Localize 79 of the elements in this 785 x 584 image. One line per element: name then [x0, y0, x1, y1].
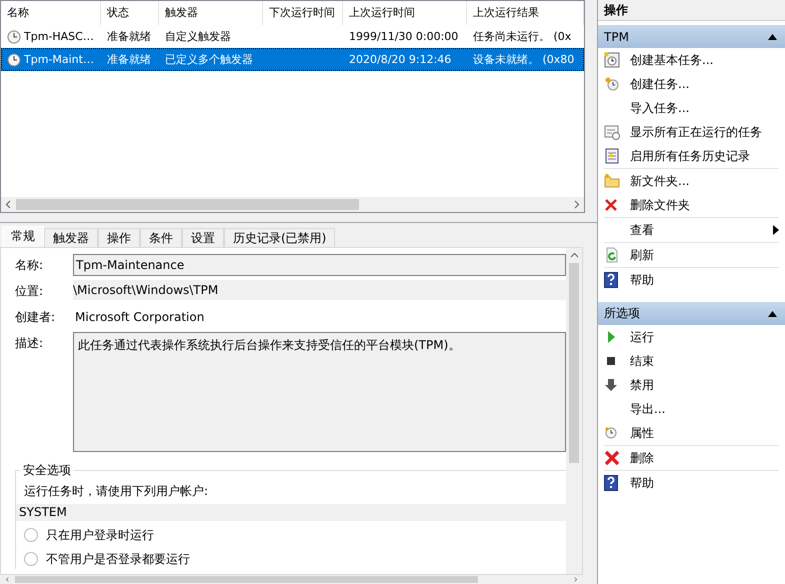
table-cell: 准备就绪	[107, 29, 151, 44]
clock-icon	[604, 76, 620, 92]
pane-title: 操作	[598, 0, 785, 21]
action-item[interactable]: 显示所有正在运行的任务	[604, 120, 779, 144]
action-item[interactable]: 属性	[604, 421, 779, 445]
task-row[interactable]: Tpm-Maint… 准备就绪 已定义多个触发器 2020/8/20 9:12:46 设备未就绪。 (0x80	[1, 48, 584, 71]
collapse-icon[interactable]	[768, 310, 777, 316]
table-cell: 任务尚未运行。 (0x	[473, 29, 572, 44]
description-field[interactable]: 此任务通过代表操作系统执行后台操作来支持受信任的平台模块(TPM)。	[73, 332, 566, 452]
refresh-icon	[604, 247, 620, 263]
table-cell: 自定义触发器	[165, 29, 231, 44]
action-item[interactable]: 新文件夹...	[604, 168, 779, 193]
tab[interactable]: 常规	[2, 226, 44, 249]
field-label: 位置:	[15, 283, 44, 300]
account-value: SYSTEM	[16, 504, 566, 521]
action-item[interactable]: 导出...	[604, 397, 779, 421]
task-list-icon	[604, 124, 620, 140]
action-item[interactable]: 帮助	[604, 470, 779, 495]
radio-button[interactable]	[24, 528, 38, 542]
column-header[interactable]: 上次运行时间	[343, 1, 467, 25]
stop-icon	[604, 354, 618, 368]
table-cell: Tpm-HASC…	[24, 30, 94, 43]
column-header[interactable]: 触发器	[159, 1, 263, 25]
author-value: Microsoft Corporation	[74, 309, 206, 326]
close-icon	[604, 450, 620, 466]
action-item[interactable]: 创建任务...	[604, 72, 779, 96]
clock-icon	[604, 426, 618, 440]
field-label: 描述:	[15, 335, 44, 352]
action-item[interactable]: 启用所有任务历史记录	[604, 144, 779, 168]
action-item[interactable]: 删除文件夹	[604, 193, 779, 217]
submenu-arrow-icon	[773, 225, 779, 235]
action-item[interactable]: 刷新	[604, 242, 779, 267]
tab[interactable]: 历史记录(已禁用)	[224, 228, 336, 248]
collapse-icon[interactable]	[768, 34, 777, 40]
group-title: 安全选项	[20, 462, 74, 479]
column-header[interactable]: 状态	[101, 1, 159, 25]
notepad-icon	[604, 148, 620, 164]
name-field[interactable]: Tpm-Maintenance	[73, 254, 566, 276]
tab[interactable]: 设置	[182, 228, 224, 248]
section-header[interactable]: TPM	[598, 25, 785, 48]
table-cell: 2020/8/20 9:12:46	[349, 53, 452, 66]
field-label: 名称:	[15, 257, 44, 274]
table-cell: 已定义多个触发器	[165, 52, 253, 67]
help-icon	[604, 475, 618, 491]
table-cell: 1999/11/30 0:00:00	[349, 30, 458, 43]
tab[interactable]: 操作	[98, 228, 140, 248]
action-item[interactable]: 帮助	[604, 267, 779, 292]
table-cell: Tpm-Maint…	[24, 53, 94, 66]
action-item[interactable]: 创建基本任务...	[604, 48, 779, 72]
radio-button[interactable]	[24, 552, 38, 566]
action-item[interactable]: 导入任务...	[604, 96, 779, 120]
account-label: 运行任务时，请使用下列用户帐户:	[24, 483, 210, 500]
column-header[interactable]: 下次运行时间	[263, 1, 343, 25]
table-cell: 设备未就绪。 (0x80	[473, 52, 574, 67]
section-header[interactable]: 所选项	[598, 302, 785, 325]
action-item[interactable]: 删除	[604, 445, 779, 470]
radio-label: 只在用户登录时运行	[46, 526, 154, 544]
clock-icon	[7, 52, 21, 66]
vertical-scrollbar[interactable]	[566, 248, 582, 574]
calendar-clock-icon	[604, 52, 620, 68]
action-item[interactable]: 禁用	[604, 373, 779, 397]
action-item[interactable]: 运行	[604, 325, 779, 349]
radio-label: 不管用户是否登录都要运行	[46, 550, 190, 568]
close-icon	[604, 198, 618, 212]
down-arrow-icon	[604, 378, 618, 392]
horizontal-scrollbar[interactable]	[1, 197, 584, 212]
help-icon	[604, 272, 618, 288]
column-header[interactable]: 上次运行结果	[467, 1, 584, 25]
task-row[interactable]: Tpm-HASC… 准备就绪 自定义触发器 1999/11/30 0:00:00 任务尚未运行。 (0x	[1, 25, 584, 48]
tab[interactable]: 触发器	[44, 228, 98, 248]
clock-icon	[7, 30, 21, 44]
action-item[interactable]: 查看	[604, 217, 779, 242]
field-label: 创建者:	[15, 309, 56, 326]
tab[interactable]: 条件	[140, 228, 182, 248]
location-value: \Microsoft\Windows\TPM	[73, 280, 566, 300]
action-item[interactable]: 结束	[604, 349, 779, 373]
folder-icon	[604, 173, 620, 189]
table-cell: 准备就绪	[107, 52, 151, 67]
column-header[interactable]: 名称	[1, 1, 101, 25]
